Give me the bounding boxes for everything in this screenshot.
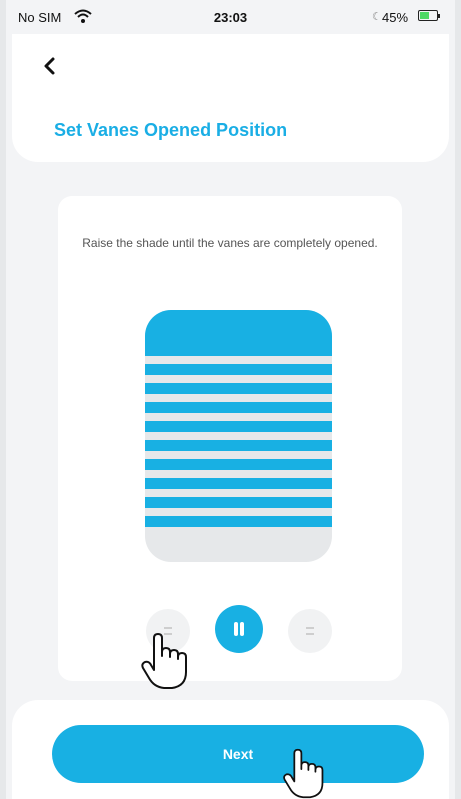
vane [145, 402, 332, 413]
vane [145, 440, 332, 451]
battery-percent: 45% [382, 10, 409, 25]
vane [145, 364, 332, 375]
shade-headrail [145, 310, 332, 356]
moon-icon: ☾ [372, 11, 382, 23]
header: Set Vanes Opened Position [12, 34, 449, 162]
chevron-left-icon[interactable] [38, 54, 62, 78]
vane [145, 478, 332, 489]
vane [145, 383, 332, 394]
pause-icon [233, 622, 245, 636]
hand-pointer-icon [283, 748, 324, 799]
page-title: Set Vanes Opened Position [54, 120, 288, 140]
vane [145, 459, 332, 470]
hand-pointer-icon [141, 633, 187, 689]
next-button[interactable]: Next [52, 725, 424, 783]
vane [145, 497, 332, 508]
lines-icon [306, 627, 314, 635]
status-bar: No SIM 23:03 ☾ 45% [12, 0, 449, 34]
raise-button[interactable] [288, 609, 332, 653]
vane [145, 516, 332, 527]
shade-illustration [145, 310, 332, 562]
instruction-text: Raise the shade until the vanes are comp… [82, 236, 378, 250]
vane [145, 421, 332, 432]
battery-charging-icon [418, 10, 440, 21]
pause-button[interactable] [215, 605, 263, 653]
